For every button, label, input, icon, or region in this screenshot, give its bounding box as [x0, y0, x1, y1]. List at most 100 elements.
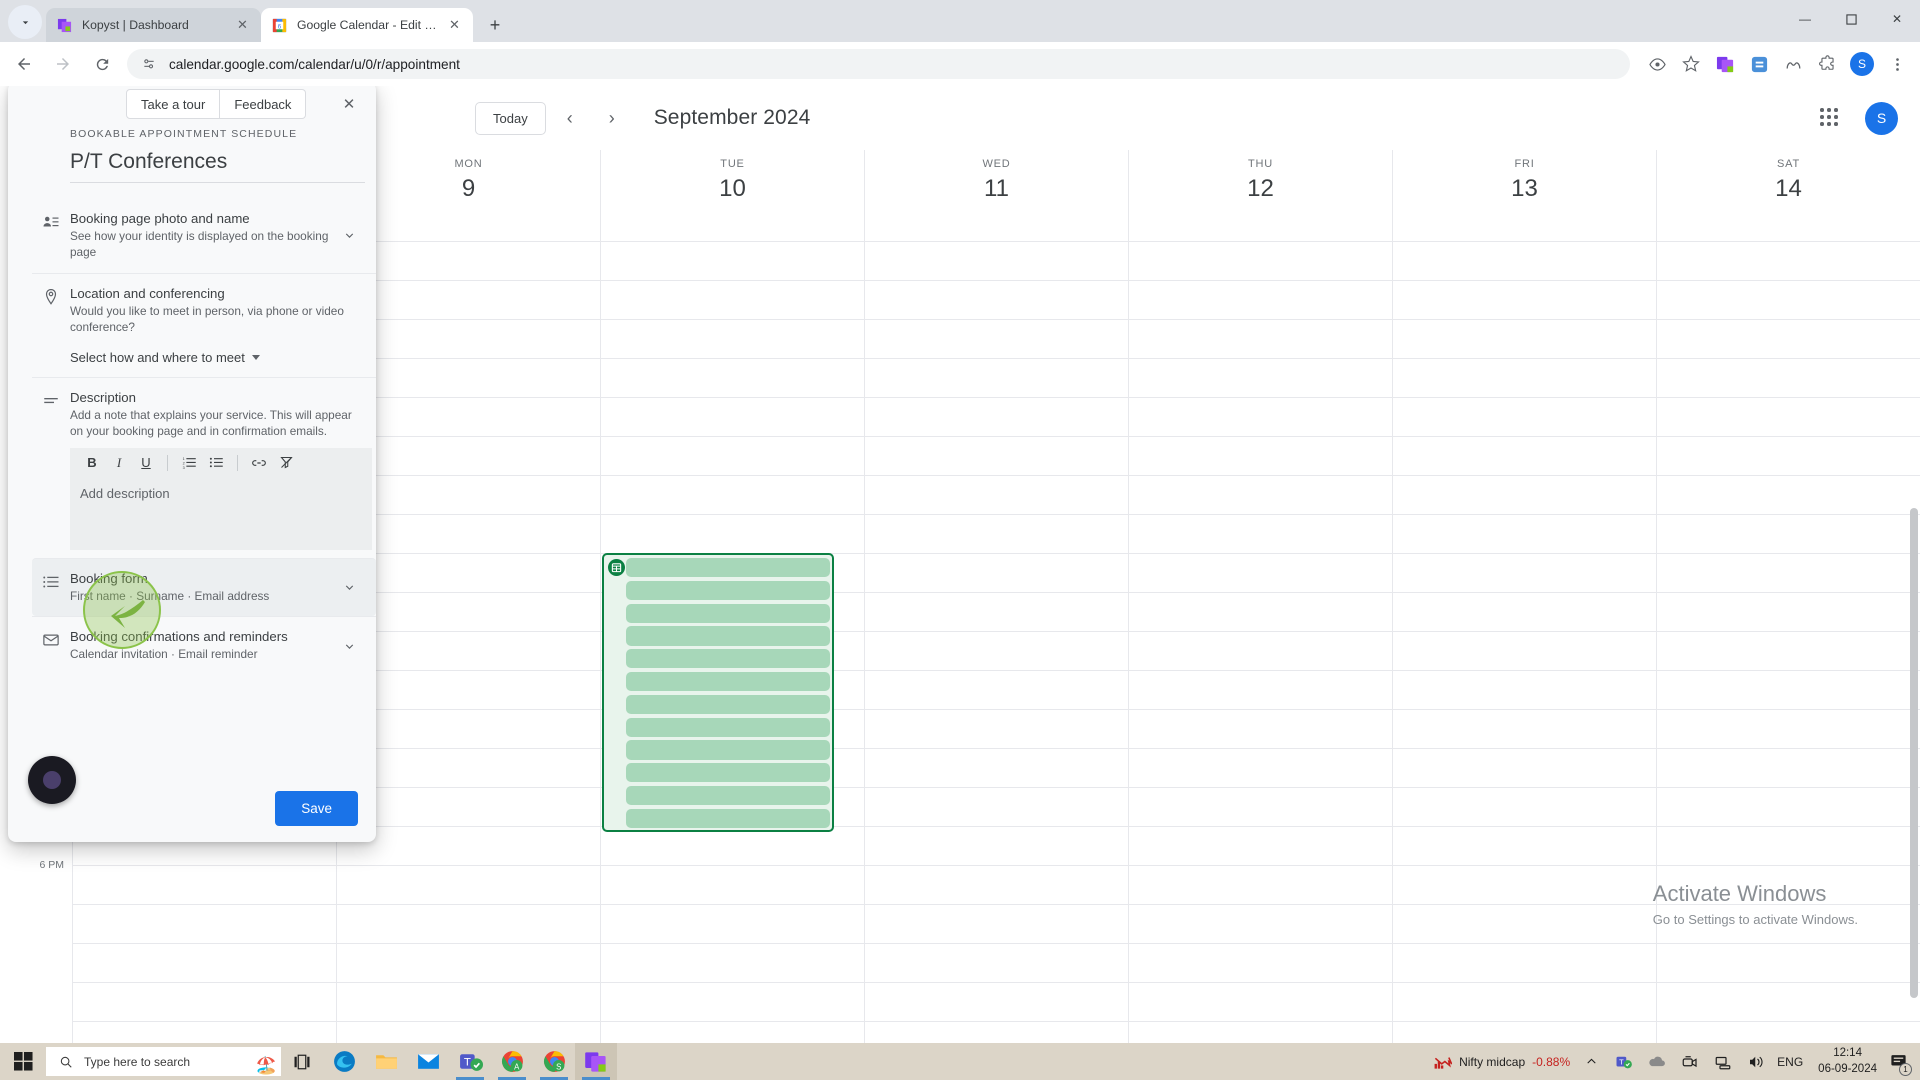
appointment-slot[interactable] — [626, 808, 830, 829]
toolbar-icons: S — [1640, 49, 1920, 79]
webcam-bubble[interactable] — [28, 756, 76, 804]
extensions-puzzle-icon[interactable] — [1812, 49, 1842, 79]
clock[interactable]: 12:14 06-09-2024 — [1818, 1046, 1877, 1077]
stock-ticker[interactable]: Nifty midcap -0.88% — [1433, 1052, 1570, 1071]
chevron-down-icon[interactable] — [338, 571, 360, 605]
chrome-menu-icon[interactable] — [1882, 49, 1912, 79]
close-window-button[interactable]: ✕ — [1874, 0, 1920, 38]
tab-search-button[interactable] — [8, 5, 42, 39]
section-booking-confirmations[interactable]: Booking confirmations and reminders Cale… — [32, 616, 376, 675]
feedback-button[interactable]: Feedback — [220, 89, 307, 119]
appointment-slot[interactable] — [626, 785, 830, 806]
vertical-scrollbar[interactable] — [1910, 508, 1918, 998]
day-column-header[interactable]: FRI 13 — [1392, 150, 1656, 218]
day-column-header[interactable]: WED 11 — [864, 150, 1128, 218]
notification-center-button[interactable]: 1 — [1886, 1050, 1912, 1076]
browser-tab-kopyst[interactable]: Kopyst | Dashboard ✕ — [46, 8, 261, 42]
chevron-down-icon[interactable] — [338, 211, 360, 261]
avatar[interactable]: S — [1865, 101, 1898, 135]
google-calendar-icon: 6 — [271, 17, 288, 34]
description-input[interactable]: Add description — [70, 478, 372, 550]
appointment-slot[interactable] — [626, 717, 830, 737]
onedrive-tray-icon[interactable] — [1645, 1050, 1669, 1074]
appointment-slot[interactable] — [626, 694, 830, 715]
language-indicator[interactable]: ENG — [1777, 1055, 1803, 1069]
take-a-tour-button[interactable]: Take a tour — [126, 89, 221, 119]
mail-icon[interactable] — [407, 1043, 449, 1080]
back-button[interactable] — [9, 49, 39, 79]
address-bar[interactable]: calendar.google.com/calendar/u/0/r/appoi… — [127, 49, 1630, 79]
section-booking-form[interactable]: Booking form First name · Surname · Emai… — [32, 557, 376, 617]
day-column-header[interactable]: THU 12 — [1128, 150, 1392, 218]
chevron-down-icon[interactable] — [338, 629, 360, 663]
file-explorer-icon[interactable] — [365, 1043, 407, 1080]
new-tab-button[interactable]: + — [481, 11, 509, 39]
appointment-slot[interactable] — [626, 603, 830, 623]
appointment-slot[interactable] — [626, 580, 830, 601]
close-icon[interactable]: ✕ — [234, 17, 251, 34]
day-column-header[interactable]: SAT 14 — [1656, 150, 1920, 218]
italic-button[interactable]: I — [107, 451, 131, 475]
day-gridline — [1392, 218, 1393, 1043]
previous-period-button[interactable]: ‹ — [552, 100, 588, 136]
save-button[interactable]: Save — [275, 791, 358, 826]
section-subtitle: See how your identity is displayed on th… — [70, 229, 329, 259]
network-tray-icon[interactable] — [1711, 1050, 1735, 1074]
search-input[interactable]: Type here to search 🏖️ — [46, 1047, 281, 1076]
section-body: Booking page photo and name See how your… — [70, 211, 338, 261]
chrome-profile-s-icon[interactable]: S — [533, 1043, 575, 1080]
bold-button[interactable]: B — [80, 451, 104, 475]
profile-avatar[interactable]: S — [1850, 52, 1874, 76]
today-button[interactable]: Today — [475, 101, 546, 135]
reading-mode-icon[interactable] — [1778, 49, 1808, 79]
appointment-slot[interactable] — [626, 740, 830, 760]
forward-button[interactable] — [48, 49, 78, 79]
toolbar-divider — [237, 454, 238, 471]
next-period-button[interactable]: › — [594, 100, 630, 136]
extension-blue-icon[interactable] — [1744, 49, 1774, 79]
teams-tray-icon[interactable]: T — [1612, 1050, 1636, 1074]
appointment-slot[interactable] — [626, 649, 830, 669]
kopyst-extension-icon[interactable] — [1710, 49, 1740, 79]
appointment-slot[interactable] — [626, 558, 830, 578]
select-meet-label: Select how and where to meet — [70, 349, 245, 365]
list-icon — [32, 571, 70, 605]
site-settings-icon[interactable] — [141, 56, 157, 72]
bookmark-star-icon[interactable] — [1676, 49, 1706, 79]
appointment-slot[interactable] — [626, 671, 830, 692]
description-editor[interactable]: B I U 123 Add description — [70, 447, 372, 550]
appointment-slot[interactable] — [626, 763, 830, 783]
appointment-schedule-block[interactable] — [602, 553, 834, 832]
reload-button[interactable] — [87, 49, 117, 79]
minimize-button[interactable]: — — [1782, 0, 1828, 38]
camera-tray-icon[interactable] — [1678, 1050, 1702, 1074]
day-of-week: WED — [982, 158, 1011, 170]
tracking-protection-icon[interactable] — [1642, 49, 1672, 79]
section-location-and-conferencing[interactable]: Location and conferencing Would you like… — [32, 272, 376, 340]
microsoft-edge-icon[interactable] — [323, 1043, 365, 1080]
close-icon[interactable]: ✕ — [446, 17, 463, 34]
google-apps-icon[interactable] — [1811, 99, 1849, 137]
microsoft-teams-icon[interactable]: T — [449, 1043, 491, 1080]
chrome-profile-a-icon[interactable]: A — [491, 1043, 533, 1080]
google-calendar-page: Today ‹ › September 2024 S GMT+05:30 SUN… — [0, 86, 1920, 1043]
kopyst-app-icon[interactable] — [575, 1043, 617, 1080]
show-hidden-icons-chevron[interactable] — [1579, 1050, 1603, 1074]
volume-tray-icon[interactable] — [1744, 1050, 1768, 1074]
select-how-and-where-to-meet-dropdown[interactable]: Select how and where to meet — [70, 350, 376, 377]
section-subtitle: Calendar invitation · Email reminder — [70, 647, 258, 662]
section-booking-page-photo[interactable]: Booking page photo and name See how your… — [32, 199, 376, 273]
day-column-header[interactable]: TUE 10 — [600, 150, 864, 218]
windows-start-icon[interactable] — [0, 1043, 46, 1080]
task-view-icon[interactable] — [281, 1043, 323, 1080]
appointment-slot[interactable] — [626, 626, 830, 646]
maximize-button[interactable] — [1828, 0, 1874, 38]
browser-tab-google-calendar[interactable]: 6 Google Calendar - Edit bookab ✕ — [261, 8, 473, 42]
close-dialog-button[interactable]: ✕ — [336, 91, 362, 117]
numbered-list-button[interactable]: 123 — [177, 451, 201, 475]
schedule-title-input[interactable]: P/T Conferences — [70, 150, 365, 183]
bulleted-list-button[interactable] — [204, 451, 228, 475]
underline-button[interactable]: U — [134, 451, 158, 475]
insert-link-button[interactable] — [247, 451, 271, 475]
clear-formatting-button[interactable] — [274, 451, 298, 475]
